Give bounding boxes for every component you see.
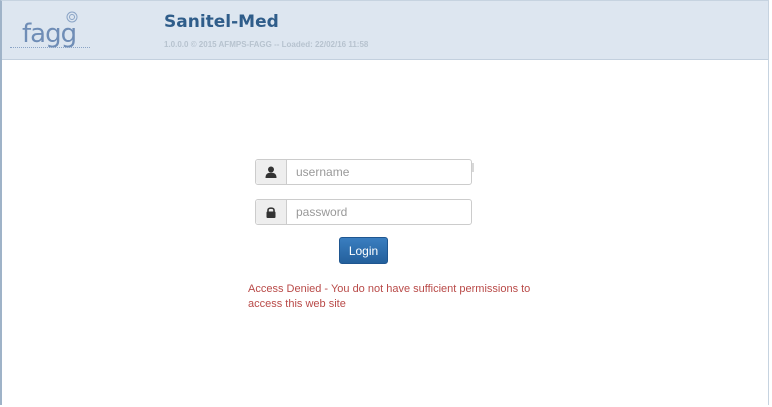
password-input[interactable] xyxy=(287,200,470,224)
user-icon xyxy=(265,166,277,178)
username-group xyxy=(255,159,472,185)
logo-mark-icon xyxy=(66,11,78,23)
username-addon xyxy=(256,160,287,184)
access-denied-message: Access Denied - You do not have sufficie… xyxy=(248,283,531,310)
password-group xyxy=(255,199,472,225)
login-button[interactable]: Login xyxy=(339,237,388,264)
username-input[interactable] xyxy=(287,160,470,184)
field-marker xyxy=(472,163,474,172)
app-version-info: 1.0.0.0 © 2015 AFMPS-FAGG -- Loaded: 22/… xyxy=(164,40,369,49)
logo-subline xyxy=(10,47,90,51)
logo-text: fagg xyxy=(22,19,77,49)
fagg-logo: fagg xyxy=(10,11,90,55)
lock-icon xyxy=(266,207,276,218)
password-addon xyxy=(256,200,287,224)
app-title: Sanitel-Med xyxy=(164,12,279,32)
app-header: fagg Sanitel-Med 1.0.0.0 © 2015 AFMPS-FA… xyxy=(2,1,768,60)
